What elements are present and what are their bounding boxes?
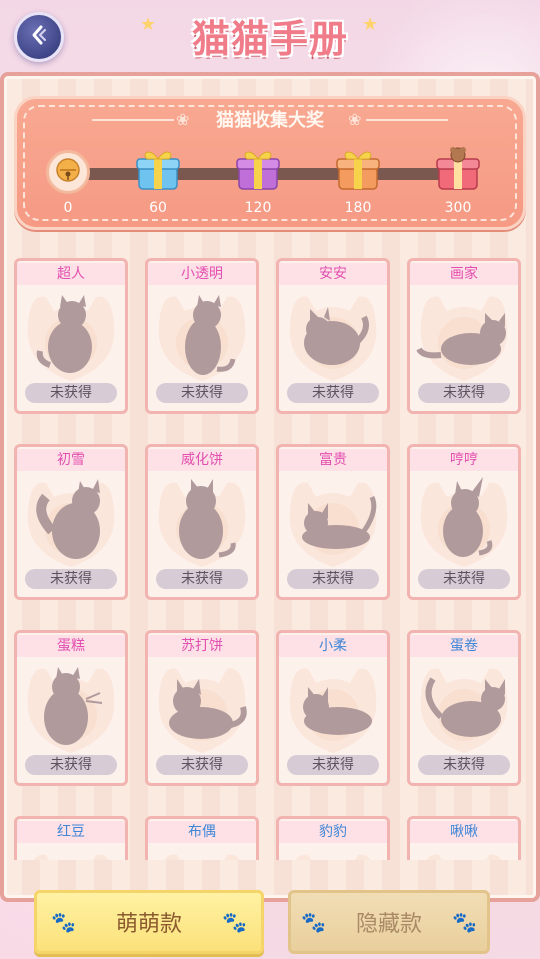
tab-cute[interactable]: 🐾 萌萌款 🐾 bbox=[34, 890, 264, 954]
cat-name: 红豆 bbox=[17, 821, 125, 843]
milestone-label: 120 bbox=[244, 200, 272, 216]
cat-name: 布偶 bbox=[148, 821, 256, 843]
cat-card[interactable]: 豹豹 bbox=[276, 816, 390, 860]
bell-icon bbox=[55, 157, 81, 187]
tab-label: 隐藏款 bbox=[355, 912, 422, 937]
status-badge: 未获得 bbox=[156, 383, 248, 403]
status-badge: 未获得 bbox=[25, 755, 117, 775]
cat-card[interactable]: 布偶 bbox=[145, 816, 259, 860]
cat-name: 豹豹 bbox=[279, 821, 387, 843]
cat-silhouette bbox=[282, 471, 384, 571]
status-badge: 未获得 bbox=[287, 755, 379, 775]
cat-silhouette bbox=[413, 843, 515, 860]
cat-card[interactable]: 小透明 未获得 bbox=[145, 258, 259, 414]
star-icon: ★ bbox=[362, 14, 379, 35]
orange-gift-icon bbox=[333, 145, 383, 199]
cat-name: 哼哼 bbox=[410, 449, 518, 471]
cat-name: 安安 bbox=[279, 263, 387, 285]
blue-gift-icon bbox=[133, 145, 183, 199]
cat-card[interactable]: 蛋糕 未获得 bbox=[14, 630, 128, 786]
milestone-label: 300 bbox=[444, 200, 472, 216]
cat-card[interactable]: 啾啾 bbox=[407, 816, 521, 860]
paw-icon: 🐾 bbox=[222, 910, 247, 934]
reward-title: 猫猫收集大奖 bbox=[216, 110, 324, 131]
cat-card[interactable]: 蛋卷 未获得 bbox=[407, 630, 521, 786]
status-badge: 未获得 bbox=[156, 755, 248, 775]
cat-card[interactable]: 苏打饼 未获得 bbox=[145, 630, 259, 786]
status-badge: 未获得 bbox=[25, 569, 117, 589]
cat-name: 超人 bbox=[17, 263, 125, 285]
status-badge: 未获得 bbox=[287, 569, 379, 589]
cat-card[interactable]: 威化饼 未获得 bbox=[145, 444, 259, 600]
cat-name: 苏打饼 bbox=[148, 635, 256, 657]
status-badge: 未获得 bbox=[156, 569, 248, 589]
cat-silhouette bbox=[20, 843, 122, 860]
status-badge: 未获得 bbox=[418, 383, 510, 403]
milestone-gift-120[interactable] bbox=[232, 146, 284, 198]
cat-card[interactable]: 红豆 bbox=[14, 816, 128, 860]
cat-silhouette bbox=[20, 285, 122, 385]
tab-hidden[interactable]: 🐾 隐藏款 🐾 bbox=[288, 890, 490, 954]
cat-name: 画家 bbox=[410, 263, 518, 285]
cat-name: 初雪 bbox=[17, 449, 125, 471]
cat-card[interactable]: 小柔 未获得 bbox=[276, 630, 390, 786]
cat-name: 富贵 bbox=[279, 449, 387, 471]
milestone-label: 0 bbox=[63, 200, 73, 216]
cat-silhouette bbox=[413, 285, 515, 385]
purple-gift-icon bbox=[233, 145, 283, 199]
milestone-bell[interactable] bbox=[42, 146, 94, 198]
cat-card[interactable]: 哼哼 未获得 bbox=[407, 444, 521, 600]
cat-silhouette bbox=[282, 657, 384, 757]
paw-icon: 🐾 bbox=[301, 910, 326, 934]
cat-name: 小透明 bbox=[148, 263, 256, 285]
cat-name: 蛋卷 bbox=[410, 635, 518, 657]
cat-card[interactable]: 富贵 未获得 bbox=[276, 444, 390, 600]
status-badge: 未获得 bbox=[418, 569, 510, 589]
cat-silhouette bbox=[151, 285, 253, 385]
page-title: 猫猫手册 bbox=[191, 17, 348, 61]
cat-card[interactable]: 超人 未获得 bbox=[14, 258, 128, 414]
cat-name: 啾啾 bbox=[410, 821, 518, 843]
status-badge: 未获得 bbox=[418, 755, 510, 775]
cat-silhouette bbox=[282, 843, 384, 860]
cat-silhouette bbox=[151, 471, 253, 571]
status-badge: 未获得 bbox=[287, 383, 379, 403]
cat-name: 蛋糕 bbox=[17, 635, 125, 657]
milestone-gift-300[interactable] bbox=[432, 146, 484, 198]
paw-icon: 🐾 bbox=[51, 910, 76, 934]
cat-silhouette bbox=[282, 285, 384, 385]
cat-silhouette bbox=[20, 657, 122, 757]
cat-silhouette bbox=[20, 471, 122, 571]
star-icon: ★ bbox=[140, 14, 157, 35]
cat-silhouette bbox=[151, 843, 253, 860]
cat-card[interactable]: 画家 未获得 bbox=[407, 258, 521, 414]
red-gift-icon bbox=[433, 145, 483, 199]
cat-card[interactable]: 初雪 未获得 bbox=[14, 444, 128, 600]
cat-name: 威化饼 bbox=[148, 449, 256, 471]
cat-name: 小柔 bbox=[279, 635, 387, 657]
tab-label: 萌萌款 bbox=[115, 912, 182, 937]
cat-silhouette bbox=[413, 657, 515, 757]
milestone-label: 180 bbox=[344, 200, 372, 216]
status-badge: 未获得 bbox=[25, 383, 117, 403]
milestone-gift-60[interactable] bbox=[132, 146, 184, 198]
milestone-label: 60 bbox=[149, 200, 167, 216]
milestone-gift-180[interactable] bbox=[332, 146, 384, 198]
cat-card[interactable]: 安安 未获得 bbox=[276, 258, 390, 414]
cat-silhouette bbox=[413, 471, 515, 571]
cat-card-grid: 超人 未获得 小透明 未获得 安安 未获得 画家 未获得 初雪 未获得 威化饼 未获得 富贵 未获得 哼哼未… bbox=[0, 248, 540, 860]
paw-icon: 🐾 bbox=[452, 910, 477, 934]
cat-silhouette bbox=[151, 657, 253, 757]
